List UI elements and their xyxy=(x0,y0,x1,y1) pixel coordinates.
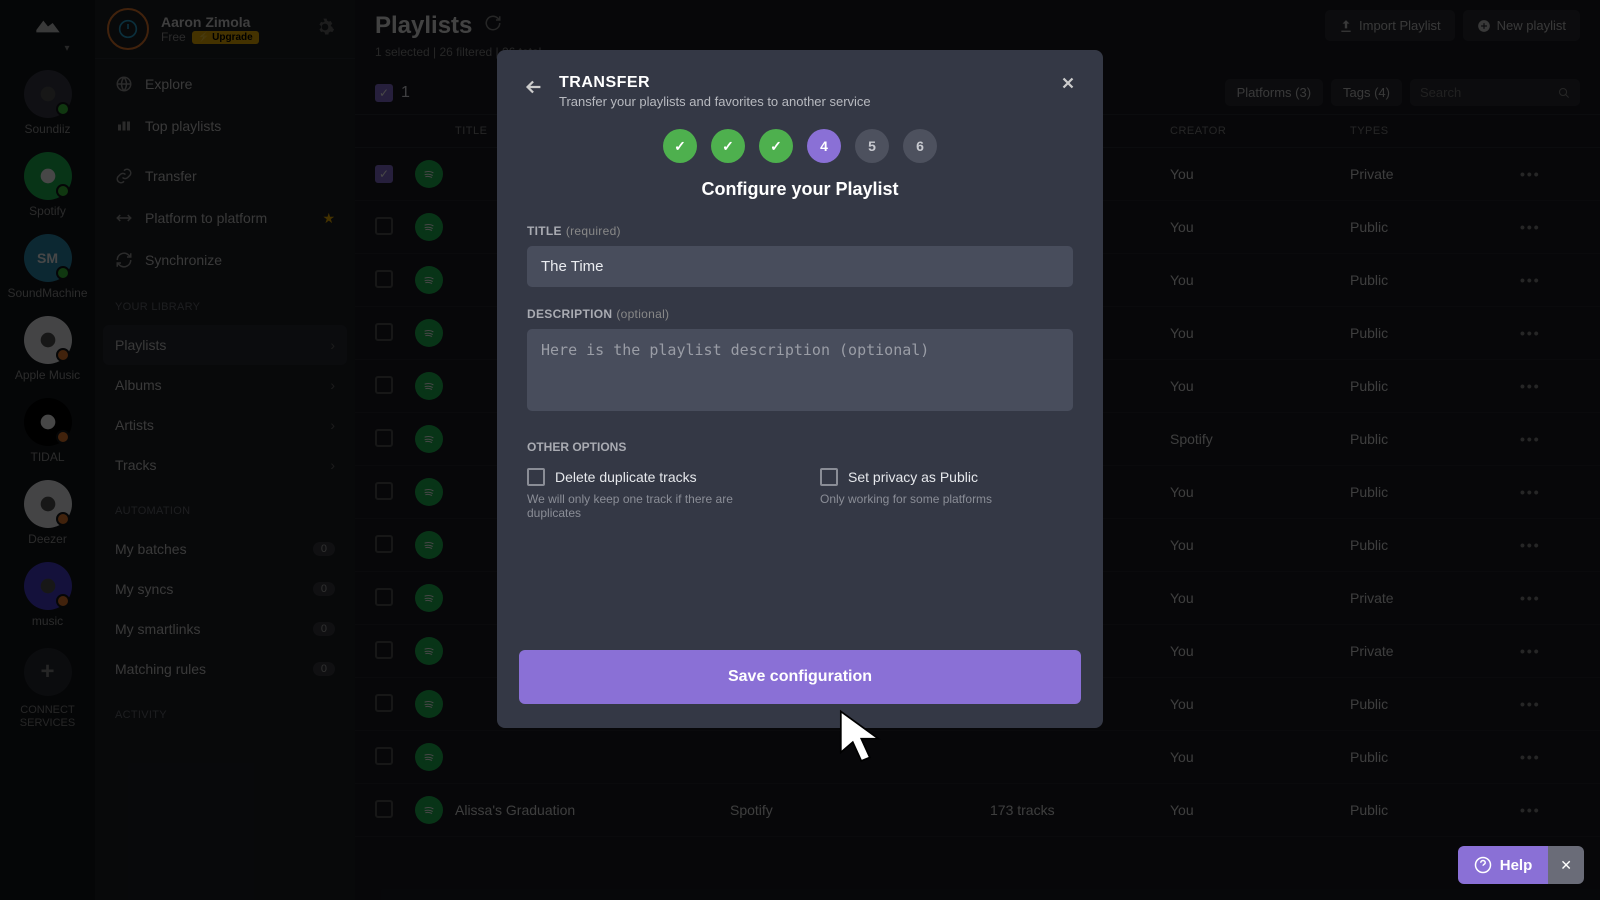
help-icon xyxy=(1474,856,1492,874)
privacy-public-hint: Only working for some platforms xyxy=(820,492,1073,506)
description-input[interactable] xyxy=(527,329,1073,411)
modal-heading: Configure your Playlist xyxy=(497,179,1103,200)
description-field-label: DESCRIPTION(optional) xyxy=(527,307,1073,321)
delete-duplicates-hint: We will only keep one track if there are… xyxy=(527,492,780,520)
back-button[interactable] xyxy=(523,76,545,103)
privacy-public-option[interactable]: Set privacy as Public xyxy=(820,468,1073,486)
delete-duplicates-checkbox[interactable] xyxy=(527,468,545,486)
title-input[interactable] xyxy=(527,246,1073,287)
title-field-label: TITLE(required) xyxy=(527,224,1073,238)
step-3: ✓ xyxy=(759,129,793,163)
options-section-label: OTHER OPTIONS xyxy=(527,440,1073,454)
modal-title: TRANSFER xyxy=(559,74,1045,92)
close-button[interactable] xyxy=(1059,74,1077,98)
delete-duplicates-option[interactable]: Delete duplicate tracks xyxy=(527,468,780,486)
help-button[interactable]: Help xyxy=(1458,846,1549,884)
modal-subtitle: Transfer your playlists and favorites to… xyxy=(559,94,1045,109)
step-1: ✓ xyxy=(663,129,697,163)
privacy-public-checkbox[interactable] xyxy=(820,468,838,486)
transfer-modal: TRANSFER Transfer your playlists and fav… xyxy=(497,50,1103,728)
step-2: ✓ xyxy=(711,129,745,163)
step-indicator: ✓ ✓ ✓ 456 xyxy=(497,129,1103,163)
save-configuration-button[interactable]: Save configuration xyxy=(519,650,1081,704)
help-close-button[interactable]: ✕ xyxy=(1548,846,1584,884)
step-4: 4 xyxy=(807,129,841,163)
step-6: 6 xyxy=(903,129,937,163)
step-5: 5 xyxy=(855,129,889,163)
